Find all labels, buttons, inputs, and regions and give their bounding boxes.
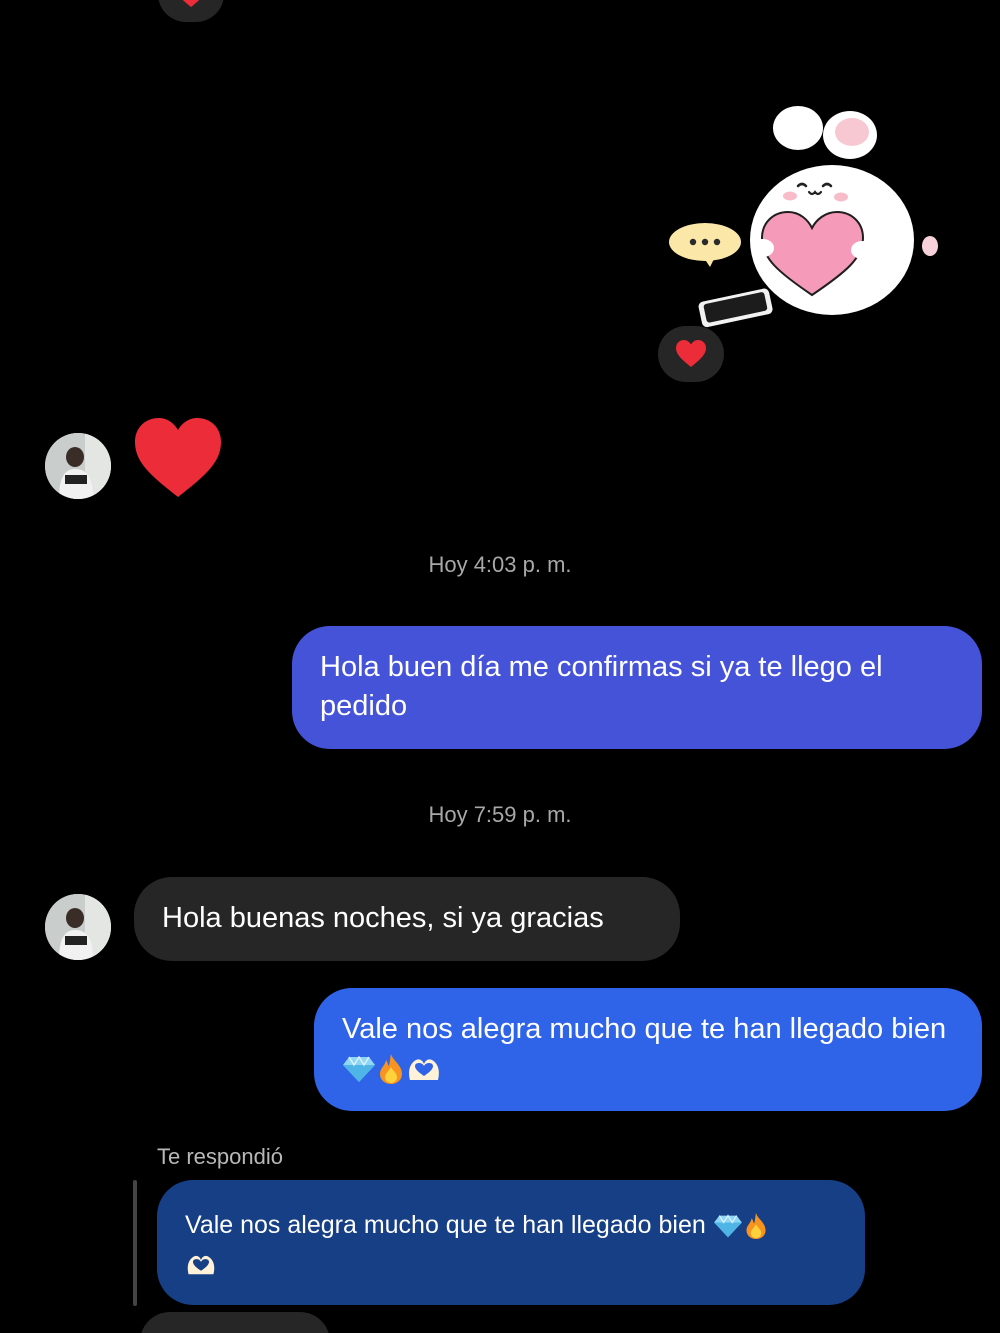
heart-icon[interactable] bbox=[132, 415, 224, 501]
contact-avatar[interactable] bbox=[45, 894, 111, 960]
sticker-reaction-badge[interactable] bbox=[658, 326, 724, 382]
heart-hands-icon bbox=[185, 1251, 217, 1278]
heart-hands-icon bbox=[406, 1054, 442, 1084]
reply-quoted-message[interactable]: Vale nos alegra mucho que te han llegado… bbox=[157, 1180, 865, 1305]
fire-icon bbox=[376, 1053, 406, 1085]
fire-icon bbox=[743, 1212, 769, 1240]
message-text: Vale nos alegra mucho que te han llegado… bbox=[185, 1211, 706, 1239]
message-text: Hola buen día me confirmas si ya te lleg… bbox=[320, 651, 883, 722]
gem-icon bbox=[713, 1213, 743, 1239]
reaction-badge[interactable] bbox=[158, 0, 224, 22]
heart-icon bbox=[676, 340, 706, 367]
incoming-message[interactable] bbox=[140, 1312, 330, 1333]
message-text: Hola buenas noches, si ya gracias bbox=[162, 902, 604, 934]
reply-label: Te respondió bbox=[157, 1144, 283, 1169]
gem-icon bbox=[342, 1054, 376, 1084]
heart-icon bbox=[182, 0, 200, 7]
outgoing-message[interactable]: Hola buen día me confirmas si ya te lleg… bbox=[292, 626, 982, 749]
message-text: Vale nos alegra mucho que te han llegado… bbox=[342, 1013, 947, 1045]
message-timestamp: Hoy 7:59 p. m. bbox=[428, 802, 572, 827]
outgoing-message[interactable]: Vale nos alegra mucho que te han llegado… bbox=[314, 988, 982, 1111]
sticker-bunny-heart[interactable] bbox=[660, 100, 950, 340]
contact-avatar[interactable] bbox=[45, 433, 111, 499]
incoming-message[interactable]: Hola buenas noches, si ya gracias bbox=[134, 877, 680, 961]
message-timestamp: Hoy 4:03 p. m. bbox=[428, 552, 572, 577]
reply-indicator-bar bbox=[133, 1180, 137, 1306]
